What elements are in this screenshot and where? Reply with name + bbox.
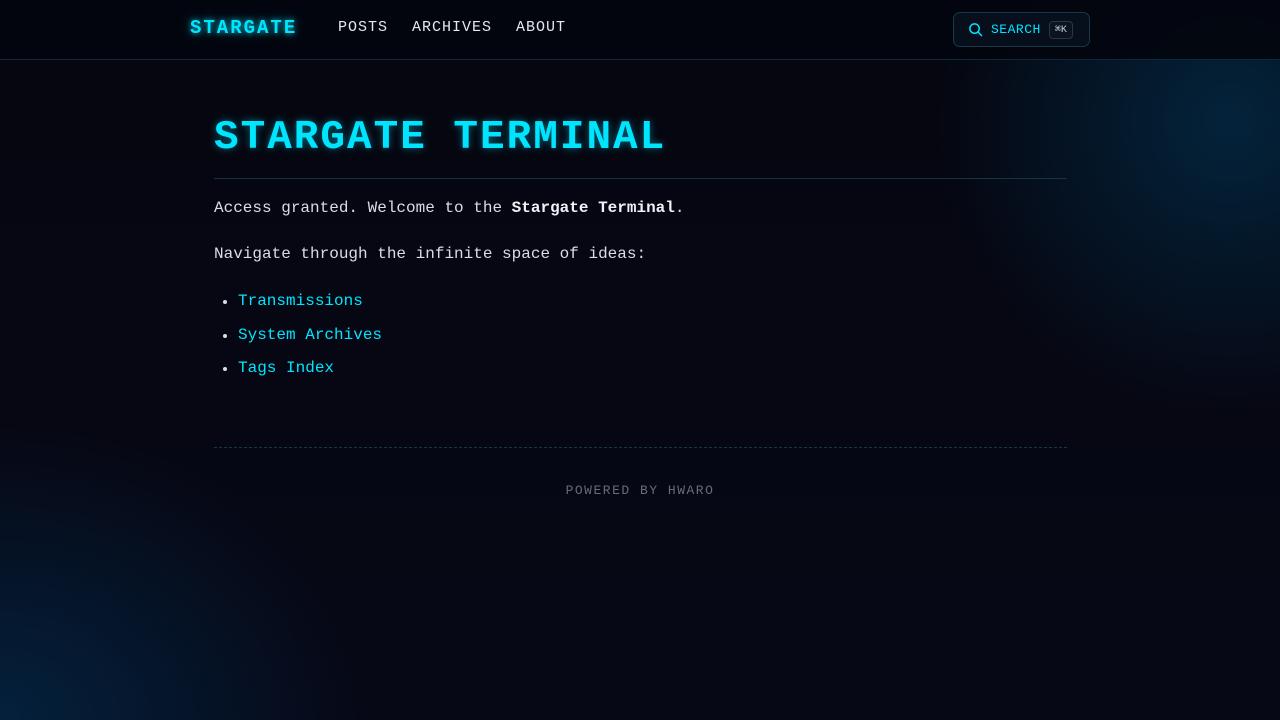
bullet-icon — [223, 333, 227, 338]
list-item: Transmissions — [214, 291, 1067, 311]
search-icon — [969, 23, 983, 37]
intro-prefix: Access granted. Welcome to the — [214, 199, 512, 217]
bullet-icon — [223, 300, 227, 304]
navigate-text: Navigate through the infinite space of i… — [214, 245, 647, 263]
page-title: STARGATE TERMINAL — [214, 115, 667, 161]
intro-bold: Stargate Terminal — [511, 199, 675, 217]
nav-archives[interactable]: ARCHIVES — [412, 19, 492, 36]
list-item: Tags Index — [214, 358, 1067, 378]
link-transmissions[interactable]: Transmissions — [238, 292, 363, 310]
site-header: STARGATE POSTS ARCHIVES ABOUT SEARCH ⌘K — [0, 0, 1280, 60]
main-nav: POSTS ARCHIVES ABOUT — [338, 19, 566, 36]
title-divider — [214, 178, 1067, 179]
site-logo[interactable]: STARGATE — [190, 17, 297, 39]
nav-about[interactable]: ABOUT — [516, 19, 566, 36]
footer-divider — [214, 447, 1067, 448]
list-item: System Archives — [214, 325, 1067, 345]
link-list: Transmissions System Archives Tags Index — [214, 291, 1067, 378]
search-button[interactable]: SEARCH ⌘K — [953, 12, 1090, 47]
bullet-icon — [223, 367, 227, 371]
search-shortcut-badge: ⌘K — [1048, 20, 1073, 39]
intro-text: Access granted. Welcome to the Stargate … — [214, 198, 1067, 218]
search-label: SEARCH — [991, 22, 1041, 37]
link-system-archives[interactable]: System Archives — [238, 326, 382, 344]
nav-posts[interactable]: POSTS — [338, 19, 388, 36]
footer-credit: POWERED BY HWARO — [565, 483, 715, 498]
link-tags-index[interactable]: Tags Index — [238, 359, 334, 377]
main-content: STARGATE TERMINAL Access granted. Welcom… — [214, 112, 1067, 392]
intro-suffix: . — [674, 199, 685, 217]
